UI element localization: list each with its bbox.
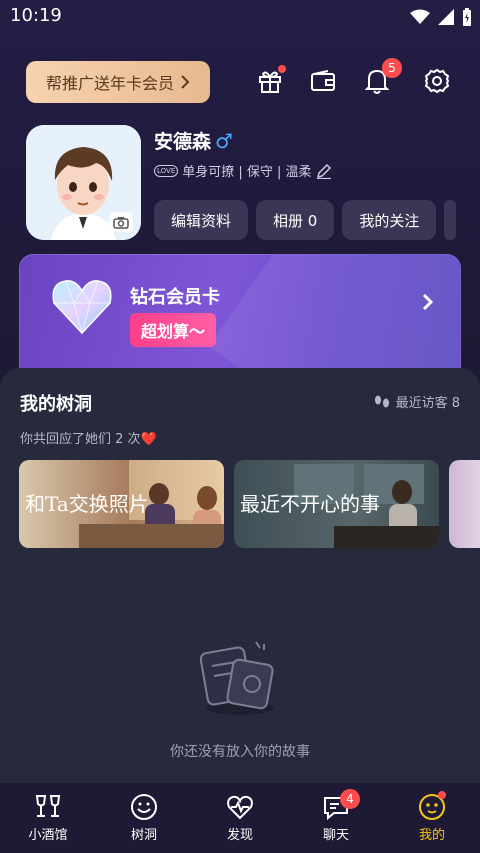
vip-card[interactable]: 钻石会员卡 超划算～ [19, 254, 461, 384]
chevron-right-icon [422, 293, 434, 311]
diamond-heart-icon [52, 280, 112, 335]
profile-tags: 单身可撩 | 保守 | 温柔 [182, 165, 312, 180]
nav-label: 树洞 [130, 828, 157, 843]
nav-item-me[interactable]: 我的 [384, 783, 480, 853]
me-badge-dot [438, 791, 446, 799]
promo-label: 帮推广送年卡会员 [45, 74, 174, 93]
footprints-icon [374, 395, 389, 407]
replied-count: 你共回应了她们 2 次❤️ [20, 432, 157, 447]
nav-item-bar[interactable]: 小酒馆 [0, 783, 96, 853]
nav-label: 发现 [226, 828, 253, 843]
gear-icon [424, 68, 450, 94]
tree-hole-title: 我的树洞 [20, 394, 92, 415]
love-icon: LOVE [154, 164, 179, 177]
story-card[interactable] [449, 460, 480, 548]
profile-actions: 编辑资料 相册 0 我的关注 [154, 200, 457, 240]
empty-story-icon [200, 641, 274, 715]
promo-button[interactable]: 帮推广送年卡会员 [26, 61, 210, 103]
change-avatar-button[interactable] [109, 212, 133, 232]
battery-icon [463, 8, 471, 26]
status-icons [410, 8, 472, 26]
smiley-icon [131, 794, 157, 820]
vip-card-sheen [208, 255, 460, 383]
profile-name: 安德森 [154, 131, 212, 153]
gift-button[interactable] [253, 64, 287, 98]
signal-icon [438, 9, 454, 25]
profile-tags-row[interactable]: LOVE 单身可撩 | 保守 | 温柔 [154, 161, 332, 180]
nav-item-tree-hole[interactable]: 树洞 [96, 783, 192, 853]
story-label: 和Ta交换照片 [25, 492, 149, 516]
more-actions-button[interactable] [444, 200, 457, 240]
chevron-right-icon [181, 75, 190, 89]
settings-button[interactable] [420, 64, 454, 98]
vip-title: 钻石会员卡 [130, 287, 220, 308]
status-bar: 10:19 [0, 0, 480, 34]
wifi-icon [410, 9, 430, 24]
recent-visitors-button[interactable]: 最近访客 8 [374, 392, 460, 411]
wallet-button[interactable] [306, 64, 340, 98]
notification-badge: 5 [382, 58, 402, 78]
male-icon: ♂ [215, 128, 233, 153]
notification-button[interactable]: 5 [360, 58, 402, 98]
nav-item-chat[interactable]: 4 聊天 [288, 783, 384, 853]
status-time: 10:19 [10, 5, 62, 26]
chat-badge: 4 [340, 789, 360, 809]
story-label: 最近不开心的事 [240, 492, 380, 516]
wallet-icon [311, 70, 335, 91]
profile-name-row: 安德森 ♂ [154, 127, 233, 154]
story-card[interactable]: 最近不开心的事 [234, 460, 439, 548]
my-follows-button[interactable]: 我的关注 [342, 200, 437, 240]
nav-label: 我的 [418, 828, 445, 843]
wine-glasses-icon [35, 795, 61, 817]
camera-icon [113, 216, 129, 229]
story-card[interactable]: 和Ta交换照片 [19, 460, 224, 548]
nav-item-discover[interactable]: 发现 [192, 783, 288, 853]
nav-label: 小酒馆 [28, 828, 68, 843]
album-button[interactable]: 相册 0 [256, 200, 335, 240]
nav-label: 聊天 [322, 828, 349, 843]
vip-cta-button[interactable]: 超划算～ [130, 313, 216, 347]
avatar[interactable] [26, 125, 141, 240]
edit-profile-button[interactable]: 编辑资料 [154, 200, 249, 240]
recent-visitors-label: 最近访客 8 [395, 396, 460, 411]
heartbeat-icon [227, 795, 253, 820]
tree-hole-panel: 我的树洞 最近访客 8 你共回应了她们 2 次❤️ 和Ta交换照片 最近不开心的… [0, 368, 480, 788]
empty-story-text: 你还没有放入你的故事 [170, 744, 310, 760]
edit-pencil-icon[interactable] [316, 163, 332, 179]
gift-badge-dot [278, 65, 286, 73]
bottom-nav: 小酒馆 树洞 发现 4 聊天 我的 [0, 783, 480, 853]
